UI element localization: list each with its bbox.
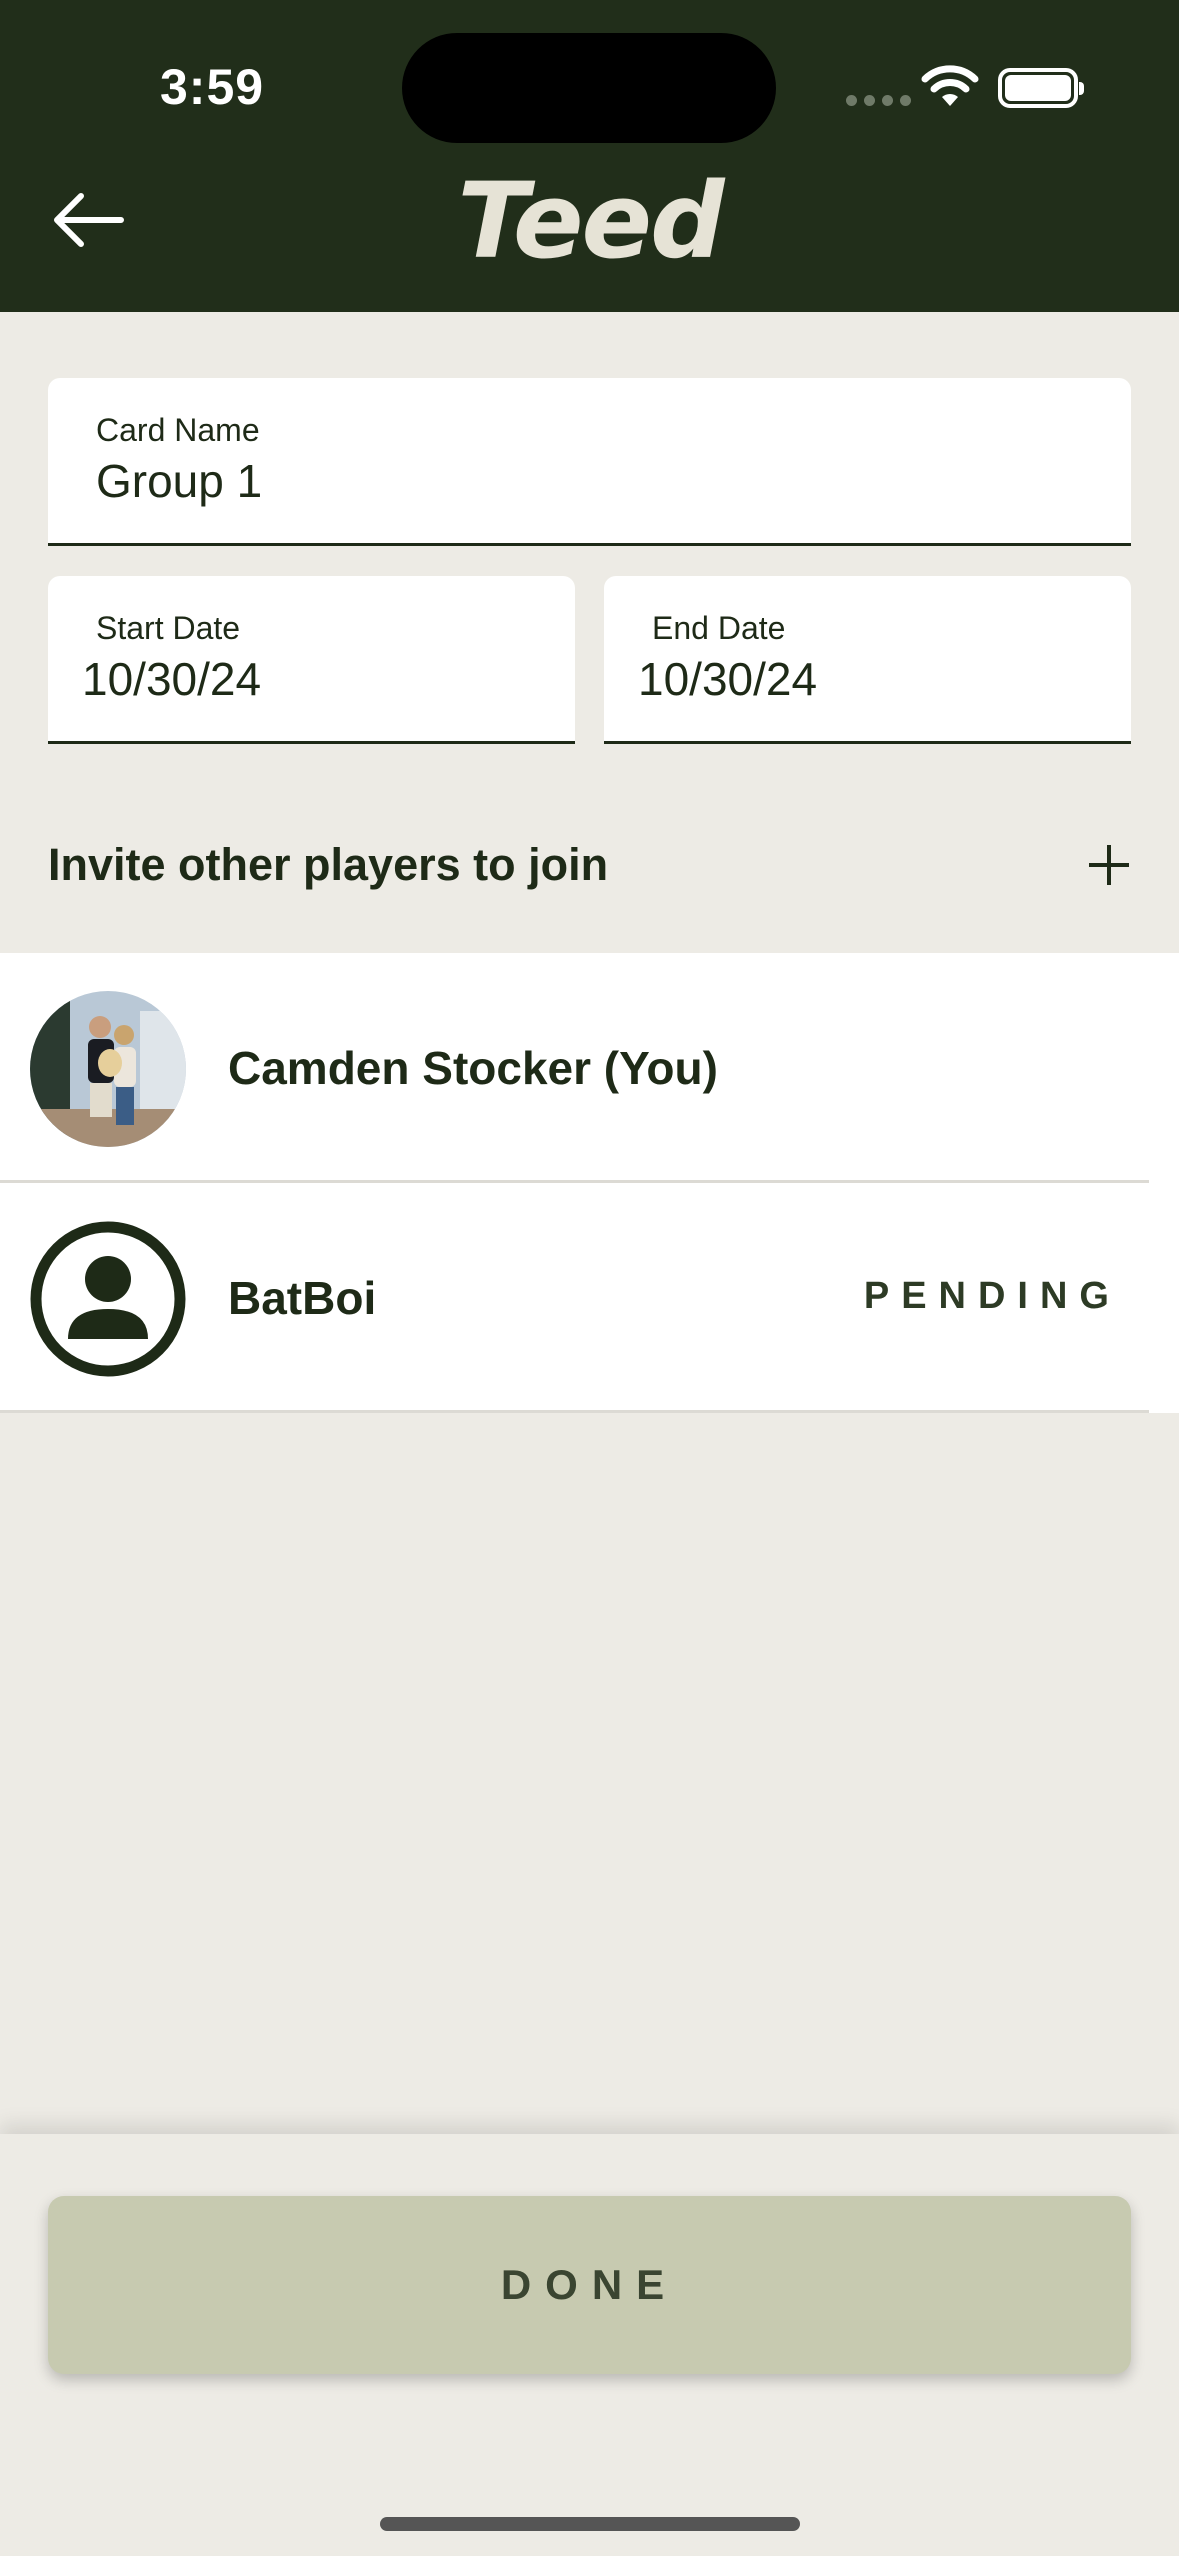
home-indicator — [380, 2517, 800, 2531]
card-name-field[interactable]: Card Name Group 1 — [48, 378, 1131, 546]
status-time: 3:59 — [160, 59, 265, 115]
battery-icon — [998, 68, 1084, 108]
app-header: 3:59 Teed — [0, 0, 1179, 312]
dynamic-island — [402, 33, 776, 143]
end-date-label: End Date — [652, 610, 786, 646]
done-button[interactable]: DONE — [48, 2196, 1131, 2374]
start-date-value[interactable]: 10/30/24 — [82, 652, 261, 706]
plus-icon[interactable] — [1087, 843, 1131, 887]
start-date-field[interactable]: Start Date 10/30/24 — [48, 576, 575, 744]
player-name: BatBoi — [228, 1272, 377, 1324]
player-row[interactable]: Camden Stocker (You) — [0, 953, 1149, 1183]
invite-players-row: Invite other players to join — [48, 830, 1131, 900]
avatar — [30, 991, 186, 1147]
status-badge: PENDING — [863, 1275, 1121, 1317]
start-date-label: Start Date — [96, 610, 241, 646]
wifi-icon — [921, 65, 979, 106]
person-icon — [30, 1221, 186, 1377]
card-name-value[interactable]: Group 1 — [96, 454, 262, 508]
player-list: Camden Stocker (You) BatBoi PENDING — [0, 953, 1179, 1413]
player-name: Camden Stocker (You) — [228, 1042, 718, 1094]
end-date-value[interactable]: 10/30/24 — [638, 652, 817, 706]
back-button[interactable] — [48, 180, 128, 260]
cellular-signal-icon — [846, 95, 911, 106]
player-row[interactable]: BatBoi PENDING — [0, 1183, 1149, 1413]
card-name-label: Card Name — [96, 412, 260, 448]
arrow-left-icon — [54, 193, 124, 247]
teed-logo: Teed — [457, 160, 724, 282]
invite-players-label: Invite other players to join — [48, 839, 609, 890]
end-date-field[interactable]: End Date 10/30/24 — [604, 576, 1131, 744]
